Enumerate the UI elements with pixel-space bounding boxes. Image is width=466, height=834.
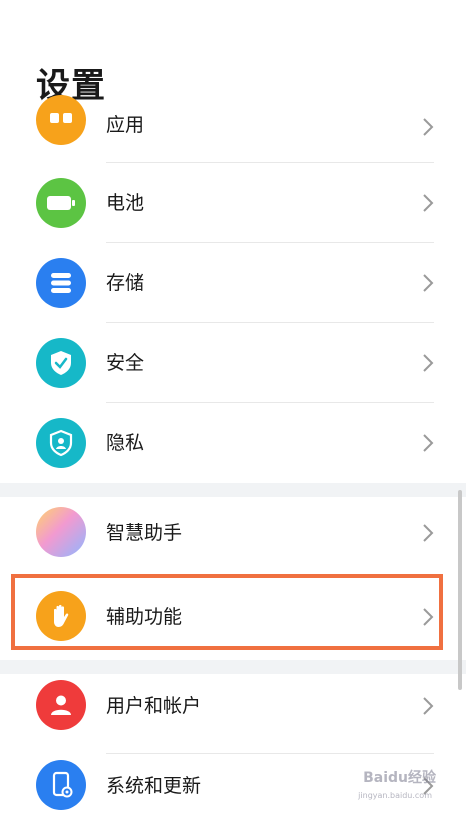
settings-item-label: 隐私 — [106, 432, 145, 454]
watermark-text: Baidu经验 — [363, 770, 436, 786]
settings-item-label: 安全 — [106, 352, 145, 374]
settings-item-battery[interactable]: 电池 — [0, 163, 466, 243]
system-update-icon — [36, 760, 86, 810]
settings-item-security[interactable]: 安全 — [0, 323, 466, 403]
chevron-right-icon — [423, 354, 434, 372]
chevron-right-icon — [423, 194, 434, 212]
settings-item-label: 存储 — [106, 272, 145, 294]
apps-icon — [36, 95, 86, 145]
group-separator — [0, 483, 466, 497]
settings-item-users-accounts[interactable]: 用户和帐户 — [0, 674, 466, 754]
group-separator — [0, 660, 466, 674]
settings-item-storage[interactable]: 存储 — [0, 243, 466, 323]
settings-group-1: 应用 电池 存储 安全 隐私 — [0, 95, 466, 483]
settings-item-label: 系统和更新 — [106, 775, 202, 797]
scrollbar[interactable] — [458, 490, 462, 690]
settings-item-label: 应用 — [106, 114, 145, 136]
privacy-icon — [36, 418, 86, 468]
settings-group-3: 用户和帐户 系统和更新 — [0, 674, 466, 834]
chevron-right-icon — [423, 274, 434, 292]
watermark-subtext: jingyan.baidu.com — [358, 791, 432, 800]
settings-item-privacy[interactable]: 隐私 — [0, 403, 466, 483]
chevron-right-icon — [423, 524, 434, 542]
assistant-icon — [36, 507, 86, 557]
chevron-right-icon — [423, 697, 434, 715]
battery-icon — [36, 178, 86, 228]
settings-item-label: 用户和帐户 — [106, 695, 202, 717]
user-icon — [36, 680, 86, 730]
settings-item-assistant[interactable]: 智慧助手 — [0, 497, 466, 577]
settings-item-label: 电池 — [106, 192, 145, 214]
highlight-box — [11, 574, 443, 650]
storage-icon — [36, 258, 86, 308]
settings-item-label: 智慧助手 — [106, 522, 183, 544]
chevron-right-icon — [423, 434, 434, 452]
chevron-right-icon — [423, 118, 434, 136]
shield-check-icon — [36, 338, 86, 388]
settings-item-apps[interactable]: 应用 — [0, 95, 466, 163]
